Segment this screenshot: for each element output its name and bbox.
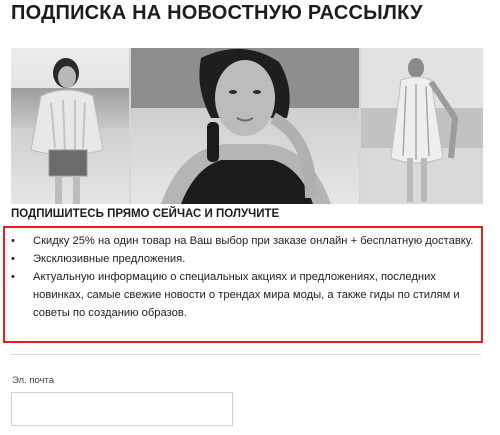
benefit-item-discount: • Скидку 25% на один товар на Ваш выбор п… (11, 232, 475, 250)
benefit-item-exclusive-offers: • Эксклюзивные предложения. (11, 250, 475, 268)
hero-photo-strip (11, 48, 483, 204)
bullet-icon: • (11, 253, 15, 265)
benefit-text: Скидку 25% на один товар на Ваш выбор пр… (33, 235, 474, 247)
model-knit-sweater-photo (11, 48, 129, 204)
benefit-text: Актуальную информацию о специальных акци… (33, 271, 460, 319)
benefits-list: • Скидку 25% на один товар на Ваш выбор п… (11, 232, 475, 322)
email-label: Эл. почта (12, 375, 55, 386)
model-portrait-earrings-photo (131, 48, 359, 204)
bullet-icon: • (11, 235, 15, 247)
subscribe-now-heading: ПОДПИШИТЕСЬ ПРЯМО СЕЙЧАС И ПОЛУЧИТЕ (11, 208, 280, 220)
benefits-list-box: • Скидку 25% на один товар на Ваш выбор п… (3, 226, 483, 343)
model-striped-dress-photo (361, 48, 483, 204)
benefit-item-news: • Актуальную информацию о специальных акц… (11, 268, 475, 322)
email-field[interactable] (11, 392, 233, 426)
benefit-text: Эксклюзивные предложения. (33, 253, 186, 265)
bullet-icon: • (11, 271, 15, 283)
page-title: ПОДПИСКА НА НОВОСТНУЮ РАССЫЛКУ (11, 2, 423, 24)
divider (11, 354, 481, 355)
hero-banner (11, 48, 483, 204)
